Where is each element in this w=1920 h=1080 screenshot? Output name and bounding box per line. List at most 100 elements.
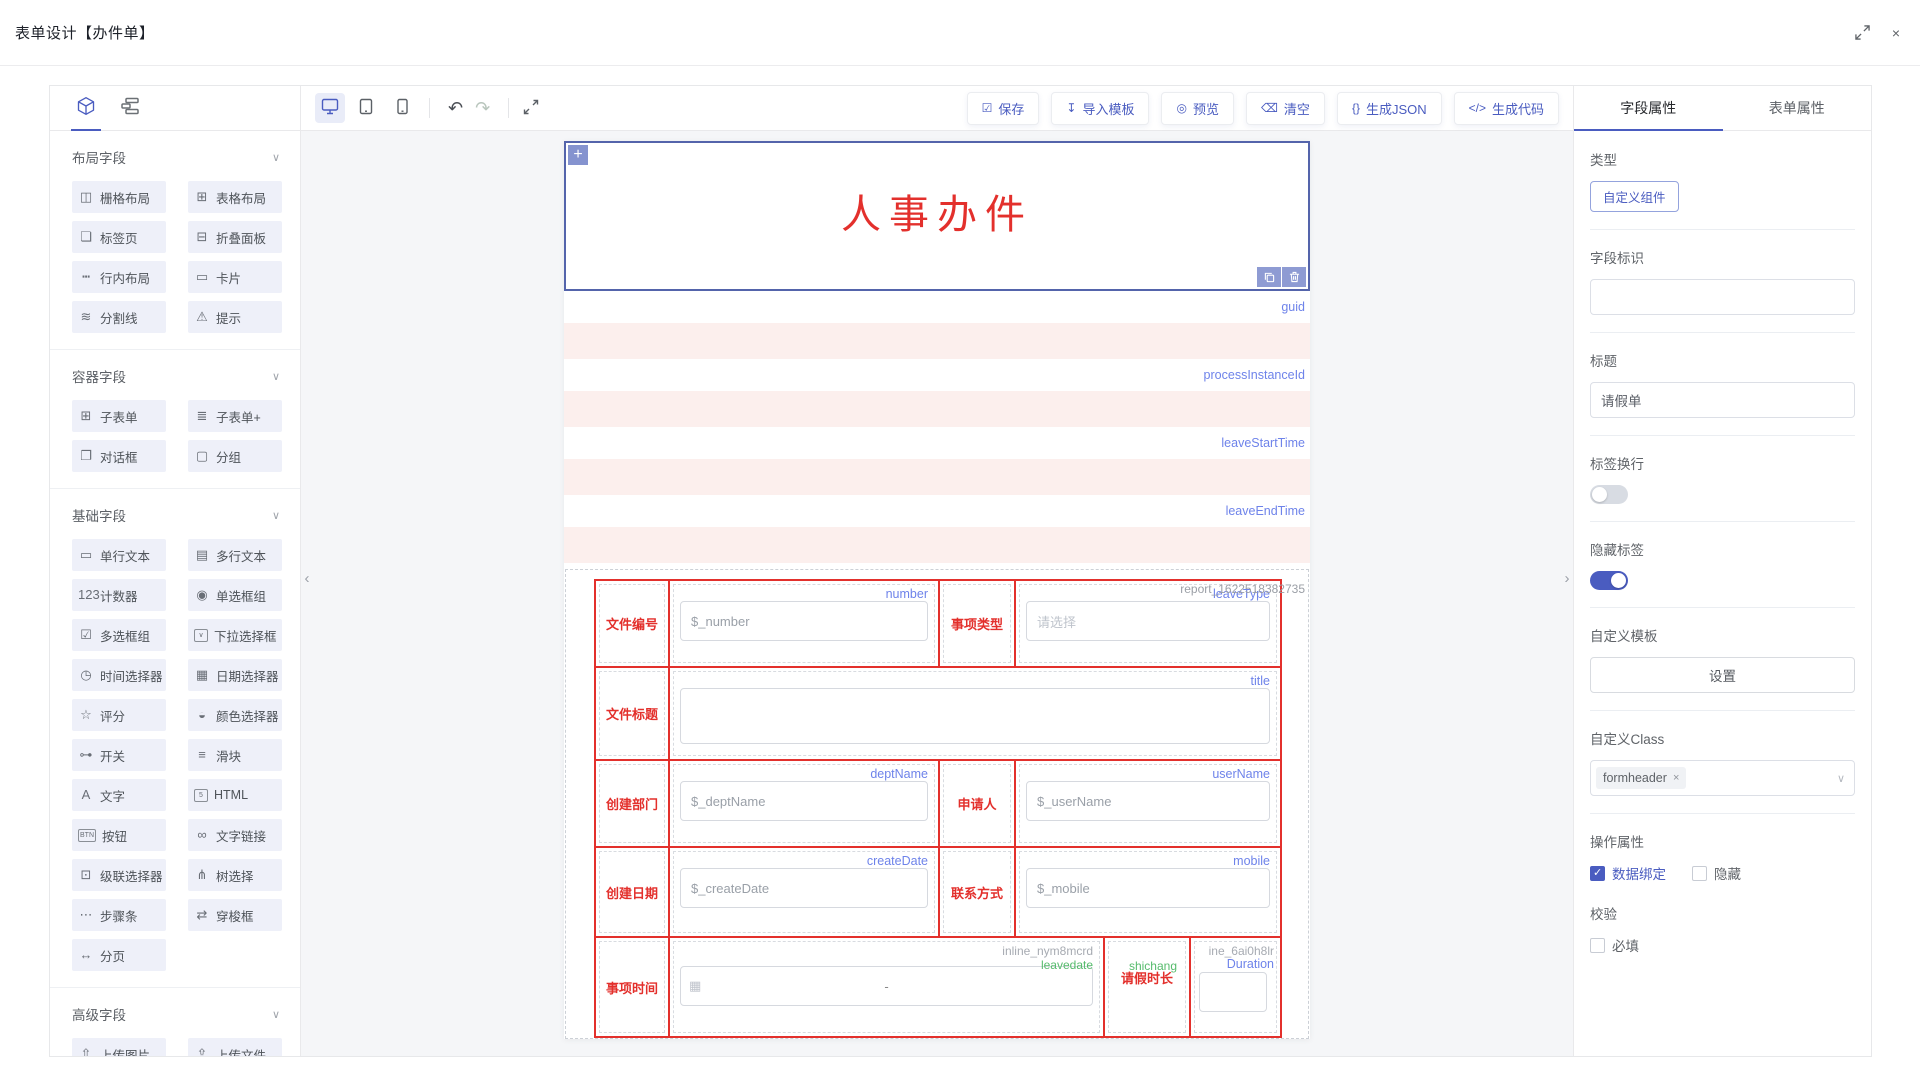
collapse-left-handle[interactable]: ‹ (301, 563, 313, 593)
palette-item[interactable]: ☑ 多选框组 (72, 619, 166, 651)
create-date-input[interactable]: $_createDate (680, 868, 928, 908)
user-name-field[interactable]: userName $_userName (1019, 764, 1277, 843)
toolbar-action-button[interactable]: ☑ 保存 (967, 92, 1040, 125)
custom-class-select[interactable]: formheader × ∨ (1590, 760, 1855, 796)
toolbar-action-button[interactable]: ↧ 导入模板 (1051, 92, 1149, 125)
label-wrap-toggle[interactable] (1590, 485, 1628, 504)
toolbar-action-label: 导入模板 (1082, 99, 1134, 118)
palette-item[interactable]: ◫ 栅格布局 (72, 181, 166, 213)
mobile-field[interactable]: mobile $_mobile (1019, 851, 1277, 933)
phone-view-button[interactable] (387, 93, 417, 123)
palette-item[interactable]: ◷ 时间选择器 (72, 659, 166, 691)
tab-outline[interactable] (108, 86, 152, 130)
tab-components[interactable] (64, 86, 108, 130)
tablet-view-button[interactable] (351, 93, 381, 123)
properties-tab[interactable]: 字段属性 (1574, 86, 1723, 130)
collapse-right-handle[interactable]: › (1561, 563, 1573, 593)
palette-item[interactable]: ❏ 标签页 (72, 221, 166, 253)
user-name-input[interactable]: $_userName (1026, 781, 1270, 821)
checkbox[interactable]: 数据绑定 (1590, 863, 1666, 883)
hide-label-toggle[interactable] (1590, 571, 1628, 590)
palette-item[interactable]: ⊞ 表格布局 (188, 181, 282, 213)
palette-item[interactable]: ∨ 下拉选择框 (188, 619, 282, 651)
toolbar-action-button[interactable]: </> 生成代码 (1454, 92, 1559, 125)
date-range-input[interactable]: ▦ - (680, 966, 1093, 1006)
custom-class-group: 自定义Class formheader × ∨ (1590, 728, 1855, 796)
palette-item[interactable]: ≋ 分割线 (72, 301, 166, 333)
undo-button[interactable]: ↶ (442, 98, 469, 119)
toolbar-action-button[interactable]: ◎ 预览 (1161, 92, 1234, 125)
copy-component-button[interactable] (1257, 267, 1281, 287)
palette-item[interactable]: ┅ 行内布局 (72, 261, 166, 293)
palette-item[interactable]: ⇪ 上传文件 (188, 1038, 282, 1056)
field-id-input[interactable] (1590, 279, 1855, 315)
palette-item[interactable]: ⚠ 提示 (188, 301, 282, 333)
palette-item[interactable]: ❐ 对话框 (72, 440, 166, 472)
palette-section-header[interactable]: 高级字段 ∨ (72, 1004, 280, 1024)
restore-size-icon[interactable] (1855, 25, 1870, 40)
redo-button[interactable]: ↷ (469, 98, 496, 119)
mobile-input[interactable]: $_mobile (1026, 868, 1270, 908)
hidden-field-component[interactable]: processInstanceId (564, 359, 1310, 427)
toolbar-action-button[interactable]: {} 生成JSON (1337, 92, 1442, 125)
palette-item[interactable]: ≡ 滑块 (188, 739, 282, 771)
leave-type-select[interactable]: 请选择 (1026, 601, 1270, 641)
form-title-component[interactable]: + 人事办件 (564, 141, 1310, 291)
palette-item[interactable]: ⋯ 步骤条 (72, 899, 166, 931)
palette-item[interactable]: ∞ 文字链接 (188, 819, 282, 851)
dept-name-field[interactable]: deptName $_deptName (673, 764, 935, 843)
duration-field[interactable]: ine_6ai0h8lr Duration (1194, 941, 1277, 1033)
palette-item[interactable]: ⊞ 子表单 (72, 400, 166, 432)
fullscreen-button[interactable] (523, 99, 539, 118)
palette-item[interactable]: ⇧ 上传图片 (72, 1038, 166, 1056)
desktop-view-button[interactable] (315, 93, 345, 123)
hidden-field-component[interactable]: leaveEndTime (564, 495, 1310, 563)
properties-tab[interactable]: 表单属性 (1723, 86, 1872, 130)
date-range-field[interactable]: inline_nym8mcrd leavedate ▦ - (673, 941, 1100, 1033)
palette-item[interactable]: ▦ 日期选择器 (188, 659, 282, 691)
table-layout-component[interactable]: report_1622518382735 文件编号 number $_numbe… (565, 569, 1309, 1039)
palette-item[interactable]: ▭ 单行文本 (72, 539, 166, 571)
hidden-field-component[interactable]: leaveStartTime (564, 427, 1310, 495)
component-type-tag[interactable]: 自定义组件 (1590, 181, 1679, 212)
palette-item[interactable]: 123 计数器 (72, 579, 166, 611)
palette-item[interactable]: ↔ 分页 (72, 939, 166, 971)
close-icon[interactable]: × (1892, 25, 1900, 41)
palette-item[interactable]: ▢ 分组 (188, 440, 282, 472)
palette-item[interactable]: BTN 按钮 (72, 819, 166, 851)
palette-item[interactable]: ▭ 卡片 (188, 261, 282, 293)
title-field[interactable]: title (673, 671, 1277, 756)
palette-item[interactable]: A 文字 (72, 779, 166, 811)
palette-section-header[interactable]: 基础字段 ∨ (72, 505, 280, 525)
palette-item[interactable]: ⊡ 级联选择器 (72, 859, 166, 891)
palette-item[interactable]: ⋔ 树选择 (188, 859, 282, 891)
drag-handle-icon[interactable]: + (568, 145, 588, 165)
palette-item[interactable]: ◉ 单选框组 (188, 579, 282, 611)
palette-item[interactable]: ◒ 颜色选择器 (188, 699, 282, 731)
title-input[interactable] (680, 688, 1270, 744)
design-canvas[interactable]: ‹ › + 人事办件 (301, 131, 1573, 1056)
delete-component-button[interactable] (1282, 267, 1306, 287)
palette-item[interactable]: ▤ 多行文本 (188, 539, 282, 571)
palette-item[interactable]: ≣ 子表单+ (188, 400, 282, 432)
palette-section-header[interactable]: 容器字段 ∨ (72, 366, 280, 386)
palette-item[interactable]: ⇄ 穿梭框 (188, 899, 282, 931)
import-template-icon: ↧ (1066, 101, 1076, 115)
custom-template-settings-button[interactable]: 设置 (1590, 657, 1855, 693)
remove-tag-icon[interactable]: × (1673, 772, 1679, 784)
create-date-field[interactable]: createDate $_createDate (673, 851, 935, 933)
hidden-field-component[interactable]: guid (564, 291, 1310, 359)
duration-input[interactable] (1199, 972, 1267, 1012)
toolbar-action-button[interactable]: ⌫ 清空 (1246, 92, 1325, 125)
palette-item[interactable]: ⊟ 折叠面板 (188, 221, 282, 253)
checkbox[interactable]: 隐藏 (1692, 863, 1741, 883)
palette-section-header[interactable]: 布局字段 ∨ (72, 147, 280, 167)
checkbox[interactable]: 必填 (1590, 935, 1639, 955)
title-input[interactable] (1590, 382, 1855, 418)
palette-item[interactable]: ☆ 评分 (72, 699, 166, 731)
palette-item[interactable]: 5 HTML (188, 779, 282, 811)
palette-item[interactable]: ⊶ 开关 (72, 739, 166, 771)
dept-name-input[interactable]: $_deptName (680, 781, 928, 821)
number-input[interactable]: $_number (680, 601, 928, 641)
number-field[interactable]: number $_number (673, 584, 935, 663)
